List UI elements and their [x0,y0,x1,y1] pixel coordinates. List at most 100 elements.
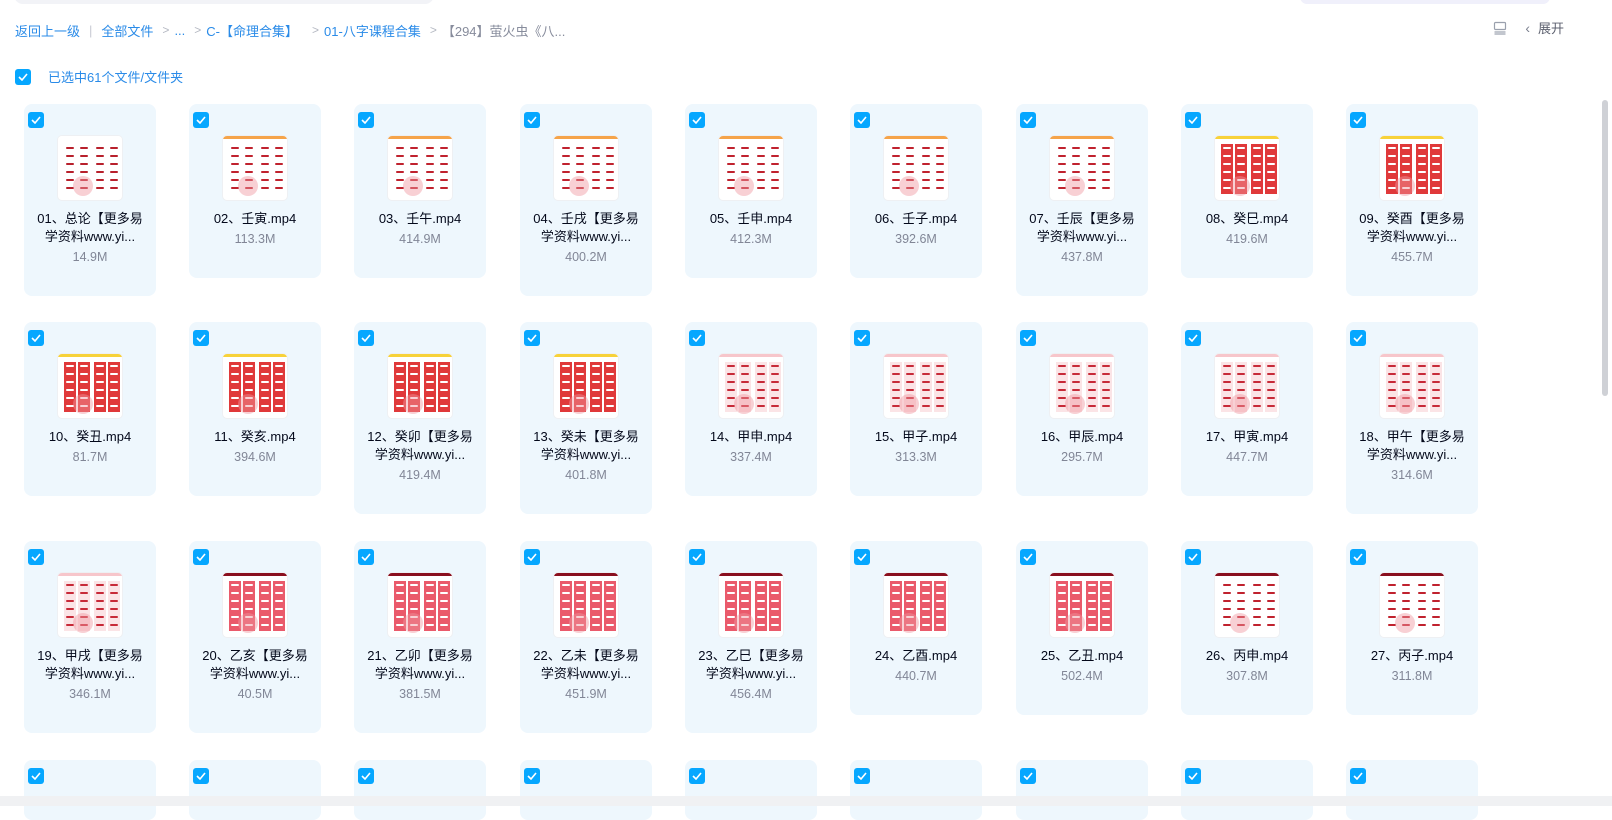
file-checkbox[interactable] [1185,330,1201,346]
file-card[interactable]: 07、壬辰【更多易学资料www.yi... 437.8M [1016,104,1148,296]
file-card[interactable]: 02、壬寅.mp4 113.3M [189,104,321,278]
file-checkbox[interactable] [1350,330,1366,346]
file-checkbox[interactable] [1020,768,1036,784]
file-name: 15、甲子.mp4 [874,429,958,444]
file-checkbox[interactable] [358,768,374,784]
video-thumbnail [1380,136,1444,200]
play-icon [403,176,423,196]
file-checkbox[interactable] [854,768,870,784]
selection-count: 已选中61个文件/文件夹 [48,70,184,85]
file-card[interactable]: 23、乙巳【更多易学资料www.yi... 456.4M [685,541,817,733]
file-checkbox[interactable] [193,549,209,565]
file-card[interactable]: 14、甲申.mp4 337.4M [685,322,817,496]
file-checkbox[interactable] [524,768,540,784]
file-checkbox[interactable] [193,768,209,784]
file-checkbox[interactable] [1350,768,1366,784]
file-card[interactable] [189,760,321,820]
play-icon [734,394,754,414]
file-checkbox[interactable] [28,330,44,346]
breadcrumb-all-files[interactable]: 全部文件 [101,21,153,40]
file-card[interactable]: 16、甲辰.mp4 295.7M [1016,322,1148,496]
file-checkbox[interactable] [1020,549,1036,565]
file-card[interactable]: 20、乙亥【更多易学资料www.yi... 40.5M [189,541,321,733]
file-checkbox[interactable] [1185,768,1201,784]
expand-button[interactable]: ‹ 展开 [1525,18,1564,37]
file-checkbox[interactable] [28,549,44,565]
list-view-icon[interactable] [1493,21,1507,35]
file-card[interactable]: 17、甲寅.mp4 447.7M [1181,322,1313,496]
file-card[interactable]: 13、癸未【更多易学资料www.yi... 401.8M [520,322,652,514]
back-link[interactable]: 返回上一级 [15,21,80,40]
file-card[interactable] [1181,760,1313,820]
file-checkbox[interactable] [1185,549,1201,565]
file-checkbox[interactable] [1020,330,1036,346]
file-card[interactable]: 10、癸丑.mp4 81.7M [24,322,156,496]
file-checkbox[interactable] [524,549,540,565]
file-checkbox[interactable] [358,330,374,346]
file-name: 05、壬申.mp4 [709,211,793,226]
file-card[interactable]: 08、癸巳.mp4 419.6M [1181,104,1313,278]
file-checkbox[interactable] [1350,549,1366,565]
file-checkbox[interactable] [28,768,44,784]
breadcrumb-folder-bazi[interactable]: 01-八字课程合集 [324,21,421,40]
file-checkbox[interactable] [193,112,209,128]
breadcrumb-separator: > [312,23,320,37]
file-checkbox[interactable] [524,112,540,128]
breadcrumb-ellipsis[interactable]: ... [174,23,185,38]
file-size: 456.4M [730,687,772,701]
file-card[interactable]: 26、丙申.mp4 307.8M [1181,541,1313,715]
file-card[interactable] [850,760,982,820]
file-checkbox[interactable] [193,330,209,346]
file-checkbox[interactable] [524,330,540,346]
play-icon [238,394,258,414]
file-card[interactable]: 11、癸亥.mp4 394.6M [189,322,321,496]
file-size: 412.3M [730,232,772,246]
file-card[interactable] [354,760,486,820]
file-checkbox[interactable] [1020,112,1036,128]
file-size: 295.7M [1061,450,1103,464]
select-all-checkbox[interactable] [15,68,31,85]
file-checkbox[interactable] [358,549,374,565]
file-card[interactable]: 01、总论【更多易学资料www.yi... 14.9M [24,104,156,296]
file-checkbox[interactable] [1185,112,1201,128]
file-card[interactable] [1016,760,1148,820]
file-checkbox[interactable] [689,549,705,565]
file-size: 313.3M [895,450,937,464]
file-card[interactable]: 05、壬申.mp4 412.3M [685,104,817,278]
file-card[interactable]: 04、壬戌【更多易学资料www.yi... 400.2M [520,104,652,296]
file-card[interactable] [520,760,652,820]
breadcrumb-separator: > [429,23,437,37]
file-card[interactable]: 03、壬午.mp4 414.9M [354,104,486,278]
file-checkbox[interactable] [854,330,870,346]
file-card[interactable] [24,760,156,820]
file-card[interactable]: 25、乙丑.mp4 502.4M [1016,541,1148,715]
file-card[interactable]: 15、甲子.mp4 313.3M [850,322,982,496]
file-checkbox[interactable] [689,768,705,784]
file-card[interactable]: 19、甲戌【更多易学资料www.yi... 346.1M [24,541,156,733]
file-checkbox[interactable] [1350,112,1366,128]
breadcrumb-folder-c[interactable]: C-【命理合集】 [206,21,298,40]
file-checkbox[interactable] [854,549,870,565]
scrollbar[interactable] [1602,100,1608,396]
file-size: 14.9M [72,250,108,264]
file-name: 09、癸酉【更多易学资料www.yi... [1359,211,1465,244]
file-checkbox[interactable] [689,330,705,346]
file-card[interactable]: 09、癸酉【更多易学资料www.yi... 455.7M [1346,104,1478,296]
file-card[interactable]: 27、丙子.mp4 311.8M [1346,541,1478,715]
breadcrumb-separator: > [194,23,202,37]
file-card[interactable]: 22、乙未【更多易学资料www.yi... 451.9M [520,541,652,733]
file-card[interactable]: 21、乙卯【更多易学资料www.yi... 381.5M [354,541,486,733]
file-card[interactable]: 24、乙酉.mp4 440.7M [850,541,982,715]
file-checkbox[interactable] [689,112,705,128]
file-size: 447.7M [1226,450,1268,464]
file-card[interactable] [685,760,817,820]
file-card[interactable]: 12、癸卯【更多易学资料www.yi... 419.4M [354,322,486,514]
file-checkbox[interactable] [28,112,44,128]
file-checkbox[interactable] [358,112,374,128]
file-checkbox[interactable] [854,112,870,128]
file-size: 314.6M [1391,468,1433,482]
file-card[interactable] [1346,760,1478,820]
file-card[interactable]: 06、壬子.mp4 392.6M [850,104,982,278]
file-card[interactable]: 18、甲午【更多易学资料www.yi... 314.6M [1346,322,1478,514]
file-name: 27、丙子.mp4 [1370,648,1454,663]
